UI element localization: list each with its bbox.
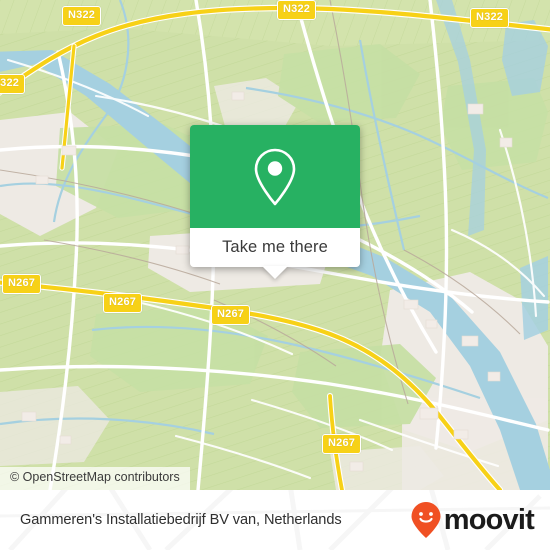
moovit-brand[interactable]: moovit [410, 501, 535, 539]
map-page: N322 N322 N322 N322 N267 N267 N267 N267 … [0, 0, 550, 550]
osm-attribution[interactable]: © OpenStreetMap contributors [0, 467, 190, 490]
popup-footer[interactable]: Take me there [190, 228, 360, 279]
road-shield-n322-topright[interactable]: N322 [470, 8, 510, 28]
road-shield-n322-leftedge[interactable]: N322 [0, 74, 26, 94]
popup-tail [262, 266, 288, 279]
moovit-smiley-pin-icon [411, 502, 441, 538]
road-shield-n267-left[interactable]: N267 [2, 274, 42, 294]
location-popup-card[interactable]: Take me there [190, 125, 360, 279]
map-canvas[interactable]: N322 N322 N322 N322 N267 N267 N267 N267 … [0, 0, 550, 490]
road-shield-n322-topcenter[interactable]: N322 [277, 0, 317, 20]
footer-bar: Gammeren's Installatiebedrijf BV van, Ne… [0, 490, 550, 550]
popup-header [190, 125, 360, 228]
road-shield-n322-topleft[interactable]: N322 [62, 6, 102, 26]
moovit-wordmark: moovit [443, 503, 535, 536]
place-title: Gammeren's Installatiebedrijf BV van, Ne… [20, 512, 342, 528]
road-shield-n267-right[interactable]: N267 [211, 305, 251, 325]
road-shield-n267-center[interactable]: N267 [103, 293, 143, 313]
map-pin-icon [254, 148, 296, 205]
take-me-there-label: Take me there [222, 238, 328, 256]
road-shield-n267-bottom[interactable]: N267 [322, 434, 362, 454]
